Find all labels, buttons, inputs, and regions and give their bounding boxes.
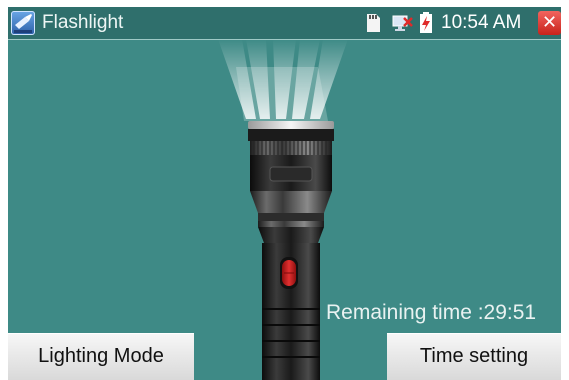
remaining-time-label: Remaining time :29:51	[326, 301, 537, 324]
lighting-mode-button[interactable]: Lighting Mode	[8, 333, 194, 380]
light-beam	[218, 39, 348, 121]
network-disconnected-icon	[392, 15, 413, 31]
close-icon: ✕	[541, 12, 558, 33]
sd-card-icon	[367, 14, 380, 32]
close-button[interactable]: ✕	[538, 11, 561, 35]
app-title: Flashlight	[42, 12, 124, 33]
clock: 10:54 AM	[441, 12, 522, 33]
flashlight-app-icon	[11, 11, 35, 35]
status-bar: Flashlight 10:54 AM ✕	[8, 7, 561, 40]
flashlight-screen: Flashlight 10:54 AM ✕ Remaining time :29…	[8, 7, 561, 380]
battery-charging-icon	[420, 12, 432, 33]
time-setting-button[interactable]: Time setting	[387, 333, 561, 380]
